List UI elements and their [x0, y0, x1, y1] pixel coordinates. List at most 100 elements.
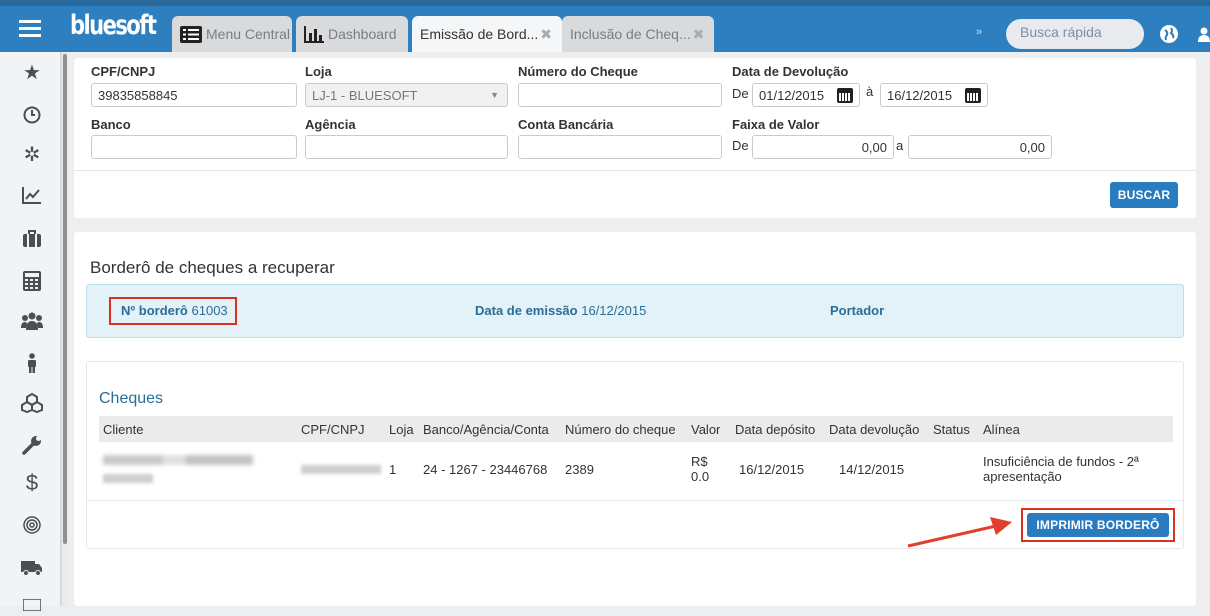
cpf-cell: [297, 442, 385, 496]
valor-currency: R$: [691, 454, 708, 469]
conta-label: Conta Bancária: [518, 117, 614, 132]
calendar-icon[interactable]: [837, 88, 853, 103]
portador: Portador: [830, 303, 884, 318]
alinea-line-2: apresentação: [983, 469, 1062, 484]
cubes-icon[interactable]: [21, 392, 43, 414]
buscar-button[interactable]: BUSCAR: [1110, 182, 1178, 208]
data-devolucao-cell: 14/12/2015: [839, 461, 905, 477]
column-header: CPF/CNPJ: [297, 416, 385, 442]
column-header: Loja: [385, 416, 419, 442]
bordero-panel: Borderô de cheques a recuperar Nº border…: [74, 232, 1196, 606]
tab-emissao-bordero[interactable]: Emissão de Bord... ✖: [412, 16, 562, 52]
emissao-date: Data de emissão 16/12/2015: [475, 303, 646, 318]
globe-icon[interactable]: [1160, 25, 1178, 43]
chevron-down-icon[interactable]: »: [976, 26, 982, 38]
alinea-cell: Insuficiência de fundos - 2ª apresentaçã…: [979, 442, 1173, 496]
caret-down-icon: ▼: [490, 90, 499, 100]
hamburger-menu-icon[interactable]: [0, 6, 60, 52]
loja-cell: 1: [389, 461, 397, 477]
portador-label: Portador: [830, 303, 885, 318]
users-icon[interactable]: [21, 310, 43, 332]
data-ate-input[interactable]: 16/12/2015: [880, 83, 988, 107]
faixa-label: Faixa de Valor: [732, 117, 820, 132]
loja-select[interactable]: LJ-1 - BLUESOFT ▼: [305, 83, 508, 107]
emissao-value: 16/12/2015: [581, 303, 647, 318]
column-header: Cliente: [99, 416, 297, 442]
tab-label: Inclusão de Cheq...: [570, 26, 691, 42]
cliente-cell: [99, 442, 297, 496]
agencia-label: Agência: [305, 117, 356, 132]
tab-label: Menu Central: [206, 26, 291, 42]
data-devolucao-label: Data de Devolução: [732, 64, 849, 79]
tab-label: Dashboard: [328, 26, 397, 42]
data-de-input[interactable]: 01/12/2015: [752, 83, 860, 107]
loja-label: Loja: [305, 64, 332, 79]
user-icon[interactable]: [1198, 26, 1210, 42]
column-header: Data depósito: [731, 416, 825, 442]
sidebar-scrollbar-thumb[interactable]: [63, 54, 67, 544]
data-de-label: De: [732, 86, 749, 101]
column-header: Valor: [687, 416, 731, 442]
column-header: Status: [929, 416, 979, 442]
close-icon[interactable]: ✖: [693, 26, 705, 43]
conta-input[interactable]: [518, 135, 722, 159]
faixa-de-input[interactable]: 0,00: [752, 135, 894, 159]
keyboard-icon[interactable]: [21, 594, 43, 616]
filter-panel: CPF/CNPJ 39835858845 Loja LJ-1 - BLUESOF…: [74, 58, 1196, 218]
redacted-text: [103, 473, 153, 483]
line-chart-icon[interactable]: [21, 184, 43, 206]
loja-selected-value: LJ-1 - BLUESOFT: [312, 88, 418, 103]
valor-amount: 0.0: [691, 469, 710, 484]
data-ate-value: 16/12/2015: [887, 88, 953, 103]
tab-dashboard[interactable]: Dashboard: [296, 16, 408, 52]
data-de-value: 01/12/2015: [759, 88, 825, 103]
truck-icon[interactable]: [21, 556, 43, 578]
fingerprint-icon[interactable]: [21, 514, 43, 536]
bordero-info-bar: Nº borderô 61003 Data de emissão 16/12/2…: [86, 284, 1184, 338]
bar-chart-icon: [304, 25, 324, 43]
close-icon[interactable]: ✖: [540, 26, 552, 43]
star-icon[interactable]: ★: [21, 62, 43, 84]
person-icon[interactable]: [21, 352, 43, 374]
faixa-ate-input[interactable]: 0,00: [908, 135, 1052, 159]
cheques-title: Cheques: [99, 390, 164, 407]
bordero-title: Borderô de cheques a recuperar: [90, 258, 335, 277]
column-header: Banco/Agência/Conta: [419, 416, 561, 442]
banco-input[interactable]: [91, 135, 297, 159]
status-cell: [929, 442, 979, 496]
agencia-input[interactable]: [305, 135, 508, 159]
numero-cheque-input[interactable]: [518, 83, 722, 107]
imprimir-bordero-button[interactable]: IMPRIMIR BORDERÔ: [1027, 513, 1169, 537]
banco-label: Banco: [91, 117, 131, 132]
dollar-icon[interactable]: $: [21, 472, 43, 494]
calendar-icon[interactable]: [965, 88, 981, 103]
tab-menu-central[interactable]: Menu Central: [172, 16, 292, 52]
numero-cheque-cell: 2389: [565, 461, 594, 477]
column-header: Número do cheque: [561, 416, 687, 442]
divider: [74, 170, 1196, 171]
table-header-row: Cliente CPF/CNPJ Loja Banco/Agência/Cont…: [99, 416, 1173, 442]
sidebar: ★ ✲ $: [0, 52, 62, 611]
list-icon: [180, 25, 202, 43]
calculator-icon[interactable]: [21, 270, 43, 292]
tab-label: Emissão de Bord...: [420, 26, 539, 42]
table-row: 1 24 - 1267 - 23446768 2389 R$ 0.0 16/12…: [99, 442, 1173, 496]
gear-icon[interactable]: ✲: [21, 144, 43, 166]
faixa-a-label: a: [896, 138, 904, 153]
cpf-input[interactable]: 39835858845: [91, 83, 297, 107]
highlight-box: [109, 297, 237, 325]
cheques-table: Cliente CPF/CNPJ Loja Banco/Agência/Cont…: [99, 416, 1173, 496]
alinea-line-1: Insuficiência de fundos - 2ª: [983, 454, 1139, 469]
redacted-text: [301, 464, 381, 474]
quick-search-input[interactable]: Busca rápida: [1006, 19, 1144, 49]
redacted-text: [103, 454, 253, 465]
briefcase-icon[interactable]: [21, 228, 43, 250]
tab-inclusao-cheque[interactable]: Inclusão de Cheq... ✖: [562, 16, 714, 52]
clock-icon[interactable]: [21, 104, 43, 126]
banco-cell: 24 - 1267 - 23446768: [423, 461, 548, 477]
wrench-icon[interactable]: [21, 434, 43, 456]
logo: bluesoft: [70, 10, 157, 41]
data-deposito-cell: 16/12/2015: [739, 461, 805, 477]
divider: [87, 500, 1183, 501]
data-ate-label: à: [866, 84, 874, 99]
